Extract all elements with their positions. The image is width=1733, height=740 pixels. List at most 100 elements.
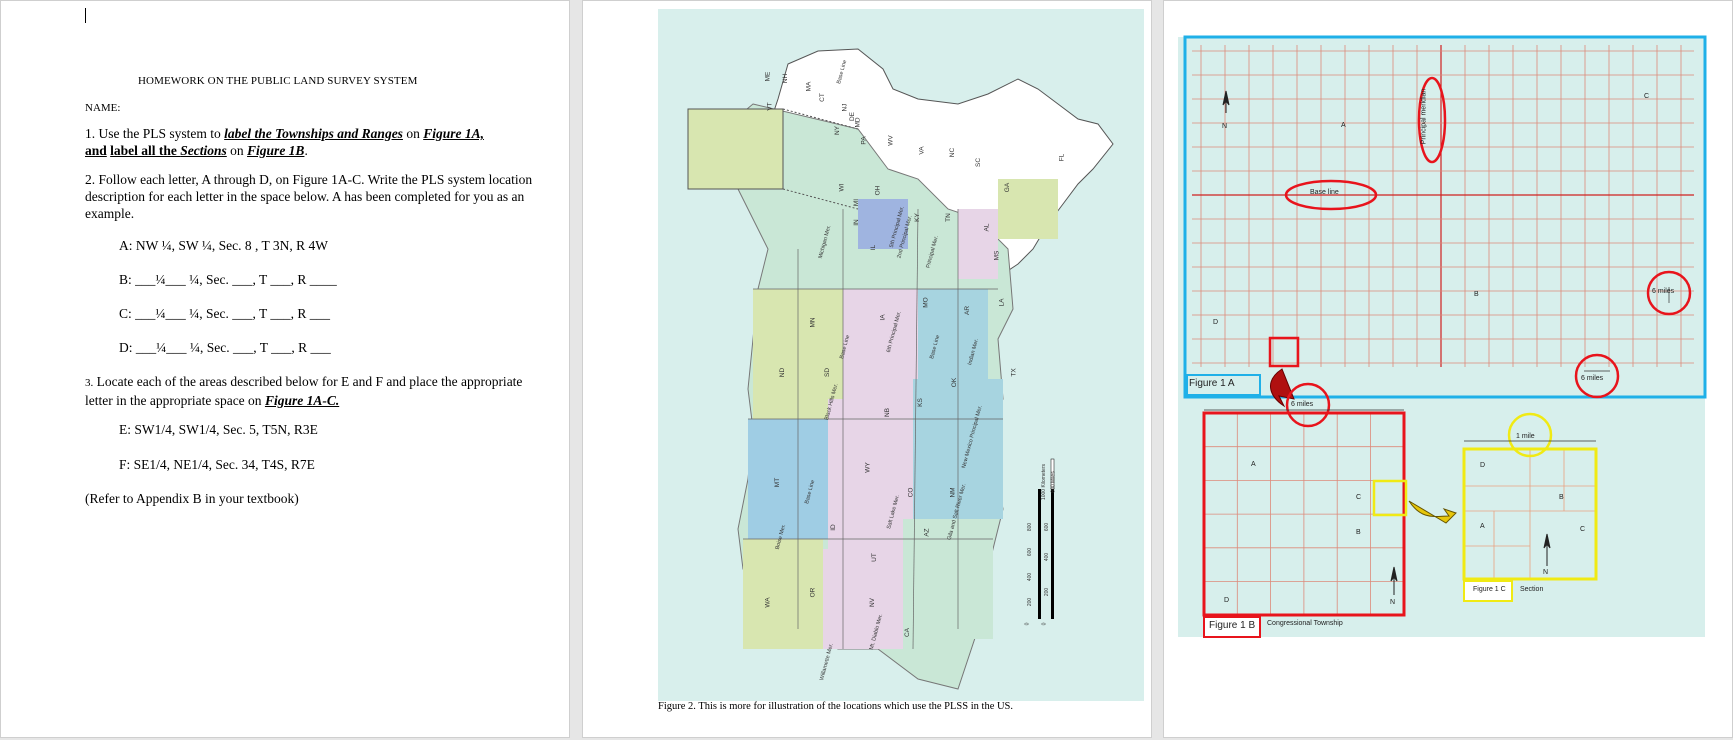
state-label-ga: GA xyxy=(1004,182,1012,193)
q1-figure-1a-ref: Figure 1A, xyxy=(423,126,484,141)
name-label: NAME: xyxy=(85,102,121,114)
state-label-mt: MT xyxy=(774,477,782,488)
scale-label: 200 xyxy=(1044,587,1051,597)
state-label-sd: SD xyxy=(824,367,832,378)
state-label-nb: NB xyxy=(884,407,892,418)
scale-bar-miles xyxy=(1051,489,1054,619)
answer-b: B: ___¼___ ¼, Sec. ___, T ___, R ____ xyxy=(119,272,337,287)
fig1c-letter-b: B xyxy=(1559,494,1564,501)
fig1c-letter-d: D xyxy=(1480,462,1486,469)
question-1: 1. Use the PLS system to label the Towns… xyxy=(85,125,545,159)
state-label-ma: MA xyxy=(805,81,813,92)
fig1b-letter-a: A xyxy=(1251,461,1256,468)
state-label-or: OR xyxy=(809,587,817,598)
fig1a-letter-b: B xyxy=(1474,291,1479,298)
region-block xyxy=(843,289,918,399)
question-2: 2. Follow each letter, A through D, on F… xyxy=(85,172,533,221)
scale-label: 600 xyxy=(1044,522,1051,532)
state-label-mn: MN xyxy=(809,317,817,328)
q1-and: and xyxy=(85,143,107,158)
state-label-nj: NJ xyxy=(841,103,849,112)
scale-label: 0 xyxy=(1041,622,1048,626)
state-label-nd: ND xyxy=(779,367,787,378)
fig1a-letter-d: D xyxy=(1213,319,1219,326)
state-label-mi: MI xyxy=(853,198,861,207)
q3-number: 3. xyxy=(85,377,94,389)
homework-title: HOMEWORK ON THE PUBLIC LAND SURVEY SYSTE… xyxy=(138,75,418,87)
state-label-ca: CA xyxy=(904,627,912,638)
state-label-ks: KS xyxy=(916,398,924,407)
q3-figure-ref: Figure 1A-C. xyxy=(264,393,340,408)
state-label-ms: MS xyxy=(993,250,1001,261)
state-label-az: AZ xyxy=(923,528,931,537)
fig1c-letter-c: C xyxy=(1580,526,1586,533)
fig1b-letter-d: D xyxy=(1224,597,1230,604)
state-label-tn: TN xyxy=(944,213,952,222)
appendix-reference: (Refer to Appendix B in your textbook) xyxy=(85,491,299,506)
q1-text: Use the PLS system to xyxy=(95,126,225,141)
state-label-mo: MO xyxy=(922,297,930,308)
state-label-ky: KY xyxy=(913,213,921,222)
scale-label: 600 xyxy=(1027,547,1034,557)
state-label-il: IL xyxy=(870,244,878,251)
fig1a-letter-a: A xyxy=(1341,122,1346,129)
state-label-sc: SC xyxy=(975,157,983,168)
answer-a: A: NW ¼, SW ¼, Sec. 8 , T 3N, R 4W xyxy=(119,238,328,253)
region-block xyxy=(823,549,903,649)
scale-label: 400 xyxy=(1044,552,1051,562)
q1-emphasis-townships: label the Townships and Ranges xyxy=(224,126,403,141)
q1-figure-1b-ref: Figure 1B xyxy=(247,143,305,158)
q1-number: 1. xyxy=(85,126,96,141)
scale-label: 0 xyxy=(1024,622,1031,626)
fig1b-letter-b: B xyxy=(1356,529,1361,536)
region-block xyxy=(958,209,998,279)
answer-f: F: SE1/4, NE1/4, Sec. 34, T4S, R7E xyxy=(119,457,315,472)
state-label-co: CO xyxy=(907,487,915,498)
inset-panel xyxy=(687,108,784,190)
scale-bar-km xyxy=(1038,489,1041,619)
state-label-ny: NY xyxy=(834,125,842,136)
state-label-ar: AR xyxy=(964,305,972,316)
state-label-la: LA xyxy=(998,298,1006,307)
region-block xyxy=(748,419,828,539)
north-label-1b: N xyxy=(1390,599,1396,606)
answer-e: E: SW1/4, SW1/4, Sec. 5, T5N, R3E xyxy=(119,422,318,437)
state-label-vt: VT xyxy=(766,102,774,111)
state-label-id: ID xyxy=(829,524,837,531)
state-label-nm: NM xyxy=(949,487,957,498)
region-block xyxy=(828,399,913,549)
us-map-graphic xyxy=(687,48,1114,690)
scale-label: 800 Miles xyxy=(1050,471,1057,493)
scale-label: 800 xyxy=(1027,522,1034,532)
fig1a-letter-c: C xyxy=(1644,93,1650,100)
scale-label: 400 xyxy=(1027,572,1034,582)
north-label-1c: N xyxy=(1543,569,1549,576)
document-page-2: ME NH MA CT VT NJ NY PA DE MD WV VA NC SC GA FL KY TN OH MI… xyxy=(582,0,1152,738)
fig1b-letter-c: C xyxy=(1356,494,1362,501)
section-caption: Section xyxy=(1520,586,1544,593)
scale-label: 1000 Kilometers xyxy=(1041,463,1048,501)
state-label-va: VA xyxy=(918,146,926,155)
q1-sections-word: Sections xyxy=(180,143,227,158)
figure-1c-label: Figure 1 C xyxy=(1473,586,1506,593)
figure-2-caption: Figure 2. This is more for illustration … xyxy=(658,701,1014,712)
state-label-wv: WV xyxy=(887,135,895,146)
figure-1b-label: Figure 1 B xyxy=(1209,620,1256,631)
state-label-tx: TX xyxy=(1010,368,1018,377)
q1-label-sections: label all the xyxy=(110,143,181,158)
state-label-nh: NH xyxy=(782,73,790,84)
six-miles-top-label: 6 miles xyxy=(1291,401,1314,408)
state-label-oh: OH xyxy=(874,185,882,196)
scale-label: 200 xyxy=(1027,597,1034,607)
state-label-ct: CT xyxy=(818,93,826,102)
state-label-pa: PA xyxy=(860,136,868,145)
baseline-label: Base line xyxy=(1310,189,1339,196)
state-label-fl: FL xyxy=(1058,153,1066,162)
state-label-ia: IA xyxy=(879,314,887,321)
one-mile-label: 1 mile xyxy=(1516,433,1535,440)
question-3: 3. Locate each of the areas described be… xyxy=(85,373,545,409)
state-label-wi: WI xyxy=(838,183,846,192)
document-page-3: Figure 1 A Base line N 6 miles 6 miles Figure… xyxy=(1163,0,1733,738)
state-label-ok: OK xyxy=(951,377,959,388)
fig1c-letter-a: A xyxy=(1480,523,1485,530)
